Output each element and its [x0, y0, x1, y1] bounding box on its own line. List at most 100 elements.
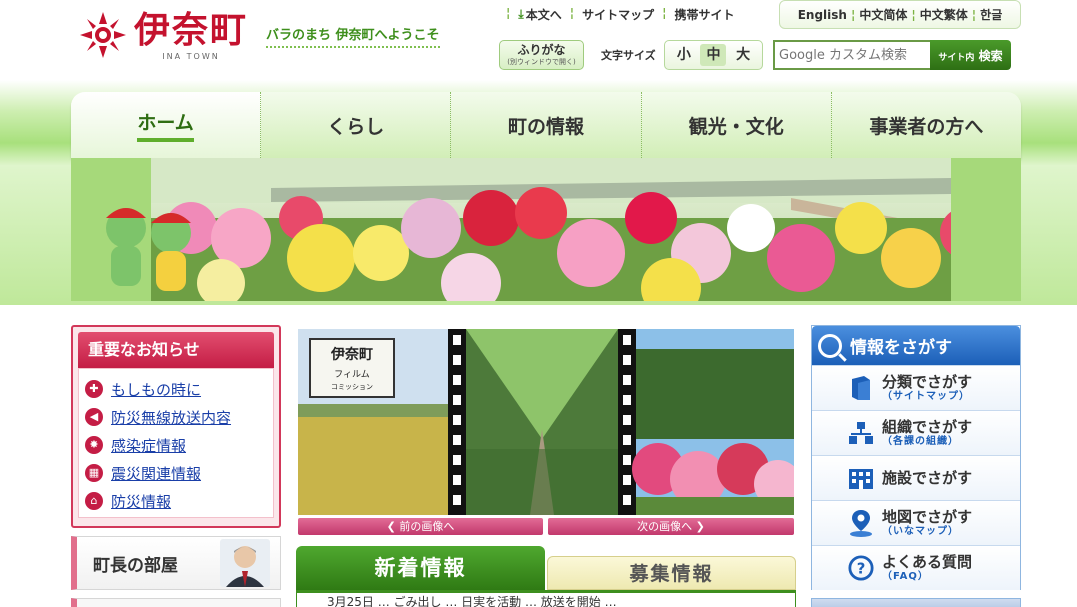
font-size-medium-button[interactable]: 中	[700, 44, 727, 66]
utility-nav: ¦ ⤓ 本文へ ¦ サイトマップ ¦ 携帯サイト	[506, 6, 743, 23]
finder-by-map[interactable]: 地図でさがす （いなマップ）	[812, 500, 1020, 545]
lang-korean-link[interactable]: 한글	[976, 6, 1006, 23]
finder-map-sub: （いなマップ）	[882, 526, 959, 537]
list-item: ◀ 防災無線放送内容	[85, 403, 267, 431]
finder-header: 情報をさがす	[812, 326, 1020, 365]
finder-map-label: 地図でさがす	[882, 508, 973, 526]
question-icon: ?	[848, 555, 874, 581]
finder-organization-sub: （各課の組織）	[882, 436, 959, 447]
svg-text:?: ?	[857, 560, 866, 578]
prev-image-button[interactable]: ❮ 前の画像へ	[298, 518, 543, 535]
list-item: ✸ 感染症情報	[85, 431, 267, 459]
tab-recruitment[interactable]: 募集情報	[547, 556, 796, 590]
magnifier-icon	[818, 333, 842, 358]
org-chart-icon	[848, 420, 874, 446]
tab-home-label: ホーム	[137, 108, 194, 142]
notice-link-emergency[interactable]: もしもの時に	[111, 379, 201, 400]
lang-traditional-chinese-link[interactable]: 中文繁体	[916, 6, 972, 23]
site-search: サイト内 検索	[773, 40, 1011, 70]
welcome-tagline: バラのまち 伊奈町へようこそ	[266, 24, 440, 48]
lang-simplified-chinese-link[interactable]: 中文简体	[855, 6, 911, 23]
tab-town-info-label: 町の情報	[508, 115, 585, 138]
hero-rose-garden-image	[71, 158, 1021, 301]
tab-business-label: 事業者の方へ	[869, 115, 984, 138]
news-first-item[interactable]: 3月25日 … ごみ出し … 日実を活動 … 放送を開始 …	[327, 595, 617, 607]
search-button-label: 検索	[978, 48, 1003, 63]
tab-home[interactable]: ホーム	[71, 92, 262, 158]
news-list: 3月25日 … ごみ出し … 日実を活動 … 放送を開始 …	[296, 590, 796, 607]
virus-icon: ✸	[85, 436, 103, 454]
building-crack-icon: ▦	[85, 464, 103, 482]
skip-to-content-link[interactable]: ⤓ 本文へ	[510, 6, 569, 23]
notice-link-broadcast[interactable]: 防災無線放送内容	[111, 407, 231, 428]
search-button-prefix: サイト内	[938, 52, 975, 63]
finder-faq-label: よくある質問	[882, 553, 973, 571]
font-size-label: 文字サイズ	[601, 49, 656, 62]
first-aid-icon: ✚	[85, 380, 103, 398]
tab-living[interactable]: くらし	[261, 92, 452, 158]
speaker-icon: ◀	[85, 408, 103, 426]
next-image-button[interactable]: 次の画像へ ❯	[548, 518, 794, 535]
logo-title: 伊奈町	[134, 9, 249, 51]
finder-faq[interactable]: ? よくある質問 （FAQ）	[812, 545, 1020, 590]
notice-link-disaster-prevention[interactable]: 防災情報	[111, 491, 171, 512]
skip-to-content-label: 本文へ	[525, 8, 562, 22]
map-pin-icon	[848, 510, 874, 537]
next-panel-partial[interactable]	[811, 598, 1021, 607]
film-sign-title: 伊奈町	[330, 346, 373, 363]
finder-title: 情報をさがす	[850, 338, 952, 358]
notice-title: 重要なお知らせ	[78, 332, 274, 368]
finder-by-facility[interactable]: 施設でさがす	[812, 455, 1020, 500]
tab-tourism-culture[interactable]: 観光・文化	[642, 92, 832, 158]
house-icon: ⌂	[85, 492, 103, 510]
furigana-button[interactable]: ふりがな (別ウィンドウで開く)	[499, 40, 584, 70]
site-logo[interactable]: 伊奈町 INA TOWN	[78, 10, 248, 61]
finder-by-organization[interactable]: 組織でさがす （各課の組織）	[812, 410, 1020, 455]
list-item: ⌂ 防災情報	[85, 487, 267, 515]
notice-link-earthquake[interactable]: 震災関連情報	[111, 463, 201, 484]
lang-english-link[interactable]: English	[794, 8, 851, 22]
search-input[interactable]	[773, 40, 930, 70]
finder-category-label: 分類でさがす	[882, 373, 973, 391]
photo-slideshow: 伊奈町 フィルム コミッション	[298, 329, 794, 515]
mayor-room-label: 町長の部屋	[93, 555, 178, 576]
tab-living-label: くらし	[327, 115, 385, 138]
font-size-switcher: 小 中 大	[664, 40, 763, 70]
town-emblem-icon	[80, 12, 126, 58]
mayor-room-banner[interactable]: 町長の部屋	[71, 536, 281, 590]
next-banner-partial[interactable]	[71, 598, 281, 607]
finder-facility-label: 施設でさがす	[882, 469, 973, 487]
finder-category-sub: （サイトマップ）	[882, 391, 970, 402]
font-size-large-button[interactable]: 大	[730, 44, 756, 66]
tab-town-info[interactable]: 町の情報	[451, 92, 642, 158]
mayor-photo	[220, 539, 270, 587]
notice-link-infection[interactable]: 感染症情報	[111, 435, 186, 456]
list-item: ✚ もしもの時に	[85, 375, 267, 403]
tab-tourism-culture-label: 観光・文化	[688, 115, 784, 138]
main-nav: ホーム くらし 町の情報 観光・文化 事業者の方へ	[71, 92, 1021, 158]
tab-business[interactable]: 事業者の方へ	[832, 92, 1021, 158]
tab-news[interactable]: 新着情報	[296, 546, 545, 590]
next-image-label: 次の画像へ	[637, 520, 693, 533]
furigana-label: ふりがな	[517, 43, 566, 57]
building-icon	[848, 465, 874, 491]
film-sign-line2: コミッション	[331, 383, 373, 391]
notice-list: ✚ もしもの時に ◀ 防災無線放送内容 ✸ 感染症情報 ▦ 震災関連情報 ⌂ 防…	[78, 368, 274, 518]
mobile-site-link[interactable]: 携帯サイト	[667, 6, 743, 23]
prev-image-label: 前の画像へ	[399, 520, 455, 533]
list-item: ▦ 震災関連情報	[85, 459, 267, 487]
logo-subtitle: INA TOWN	[162, 52, 220, 61]
search-button[interactable]: サイト内 検索	[930, 40, 1011, 70]
finder-by-category[interactable]: 分類でさがす （サイトマップ）	[812, 365, 1020, 410]
finder-organization-label: 組織でさがす	[882, 418, 973, 436]
film-sign-line1: フィルム	[334, 369, 370, 380]
book-icon	[848, 375, 874, 401]
font-size-small-button[interactable]: 小	[671, 44, 697, 66]
sitemap-link[interactable]: サイトマップ	[574, 6, 662, 23]
important-notice-box: 重要なお知らせ ✚ もしもの時に ◀ 防災無線放送内容 ✸ 感染症情報 ▦ 震災…	[71, 325, 281, 528]
furigana-note: (別ウィンドウで開く)	[507, 58, 576, 66]
hero-illustration	[71, 158, 1021, 301]
slideshow-images: 伊奈町 フィルム コミッション	[298, 329, 794, 515]
language-bar: English ¦ 中文简体 ¦ 中文繁体 ¦ 한글	[779, 0, 1021, 29]
down-arrow-icon: ⤓	[518, 7, 524, 21]
